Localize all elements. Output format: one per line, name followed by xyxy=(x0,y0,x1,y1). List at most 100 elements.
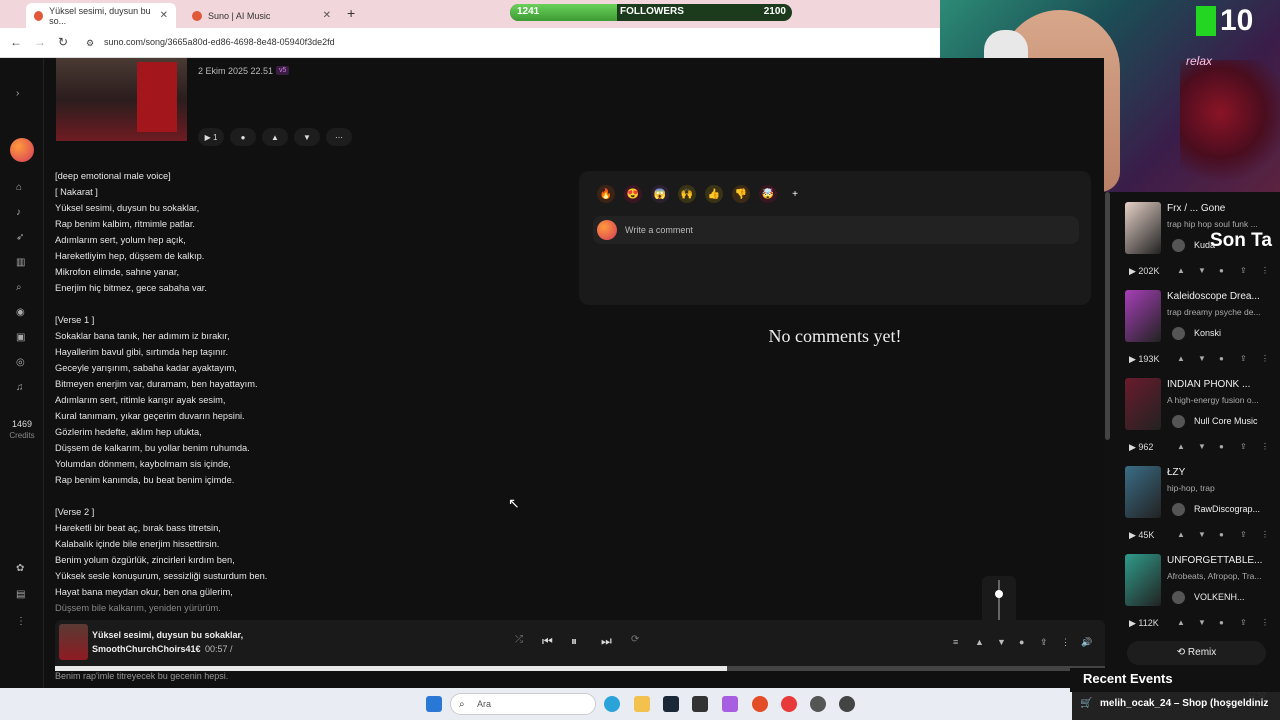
song-title[interactable]: Kaleidoscope Drea... xyxy=(1167,291,1279,302)
comment-input[interactable]: Write a comment xyxy=(593,216,1079,244)
reaction-button[interactable]: 😱 xyxy=(651,185,669,203)
docs-icon[interactable]: ▤ xyxy=(16,589,25,600)
gift-icon[interactable]: ✿ xyxy=(16,563,24,574)
song-thumbnail[interactable] xyxy=(1125,466,1161,518)
previous-icon[interactable]: ⏮ xyxy=(542,634,553,649)
url-field[interactable]: suno.com/song/3665a80d-ed86-4698-8e48-05… xyxy=(104,37,335,47)
play-count[interactable]: ▶ 202K xyxy=(1129,266,1159,277)
obs-icon[interactable] xyxy=(810,696,826,712)
studio-icon[interactable]: ▣ xyxy=(16,332,25,343)
windows-start-icon[interactable] xyxy=(426,696,442,712)
comment-icon[interactable]: ● xyxy=(1019,637,1024,647)
song-title[interactable]: Frx / ... Gone xyxy=(1167,203,1279,214)
volume-track[interactable] xyxy=(998,580,1000,620)
epic-games-icon[interactable] xyxy=(692,696,708,712)
volume-icon[interactable]: 🔊 xyxy=(1081,637,1092,648)
like-icon[interactable]: ▲ xyxy=(1177,354,1185,363)
expand-icon[interactable]: › xyxy=(16,88,19,99)
dislike-icon[interactable]: ▼ xyxy=(997,637,1006,647)
add-reaction-button[interactable]: + xyxy=(786,185,804,203)
like-icon[interactable]: ▲ xyxy=(1177,618,1185,627)
close-tab-icon[interactable]: ✕ xyxy=(160,10,168,21)
play-button[interactable]: ▶ 1 xyxy=(198,128,224,146)
recommended-song[interactable]: Kaleidoscope Drea... trap dreamy psyche d… xyxy=(1113,285,1280,373)
like-icon[interactable]: ▲ xyxy=(1177,530,1185,539)
dislike-icon[interactable]: ▼ xyxy=(1198,442,1206,451)
more-icon[interactable]: ⋮ xyxy=(1061,637,1070,648)
opera-icon[interactable] xyxy=(781,696,797,712)
song-thumbnail[interactable] xyxy=(1125,554,1161,606)
reaction-button[interactable]: 👎 xyxy=(732,185,750,203)
like-icon[interactable]: ▲ xyxy=(975,637,984,647)
close-tab-icon[interactable]: ✕ xyxy=(323,10,331,21)
settings-icon[interactable] xyxy=(839,696,855,712)
like-button[interactable]: ▲ xyxy=(262,128,288,146)
volume-popup[interactable] xyxy=(982,576,1016,624)
new-tab-icon[interactable]: + xyxy=(347,5,355,21)
dislike-icon[interactable]: ▼ xyxy=(1198,530,1206,539)
author-avatar[interactable] xyxy=(1172,239,1185,252)
reaction-button[interactable]: 🙌 xyxy=(678,185,696,203)
more-icon[interactable]: ⋮ xyxy=(1261,530,1269,539)
remix-button[interactable]: ⟲ Remix xyxy=(1127,641,1266,665)
copilot-icon[interactable] xyxy=(722,696,738,712)
dislike-icon[interactable]: ▼ xyxy=(1198,266,1206,275)
scrollbar-thumb[interactable] xyxy=(1105,192,1110,440)
like-icon[interactable]: ▲ xyxy=(1177,442,1185,451)
song-thumbnail[interactable] xyxy=(1125,378,1161,430)
author-avatar[interactable] xyxy=(1172,415,1185,428)
comment-icon[interactable]: ● xyxy=(1219,618,1224,627)
author-avatar[interactable] xyxy=(1172,327,1185,340)
song-thumbnail[interactable] xyxy=(1125,290,1161,342)
recommended-song[interactable]: ŁZY hip-hop, trap RawDiscograp... ▶ 45K ▲ ▼ ● ⇪… xyxy=(1113,461,1280,549)
taskbar-search[interactable]: ⌕ Ara xyxy=(450,693,596,715)
dislike-icon[interactable]: ▼ xyxy=(1198,618,1206,627)
author-avatar[interactable] xyxy=(1172,503,1185,516)
search-icon[interactable]: ⌕ xyxy=(16,282,22,293)
home-icon[interactable]: ⌂ xyxy=(16,182,22,193)
back-icon[interactable]: ← xyxy=(10,35,22,49)
reaction-button[interactable]: 🔥 xyxy=(597,185,615,203)
more-icon[interactable]: ⋮ xyxy=(1261,442,1269,451)
recommended-song[interactable]: INDIAN PHONK ... A high-energy fusion o..… xyxy=(1113,373,1280,461)
more-options-button[interactable]: ⋯ xyxy=(326,128,352,146)
library-icon[interactable]: ▥ xyxy=(16,257,25,268)
comment-button[interactable]: ● xyxy=(230,128,256,146)
song-author[interactable]: Konski xyxy=(1194,328,1221,338)
dislike-icon[interactable]: ▼ xyxy=(1198,354,1206,363)
pause-icon[interactable]: ⏸ xyxy=(571,634,577,649)
reaction-button[interactable]: 🤯 xyxy=(759,185,777,203)
share-icon[interactable]: ⇪ xyxy=(1040,637,1048,648)
more-icon[interactable]: ⋮ xyxy=(1261,618,1269,627)
tab-suno[interactable]: Suno | AI Music ✕ xyxy=(184,3,339,28)
comment-icon[interactable]: ● xyxy=(1219,354,1224,363)
share-icon[interactable]: ⇪ xyxy=(1240,354,1247,363)
volume-knob[interactable] xyxy=(995,590,1003,598)
tab-current-song[interactable]: Yüksel sesimi, duysun bu so... ✕ xyxy=(26,3,176,28)
song-title[interactable]: INDIAN PHONK ... xyxy=(1167,379,1279,390)
song-author[interactable]: Null Core Music xyxy=(1194,416,1258,426)
now-playing-title[interactable]: Yüksel sesimi, duysun bu sokaklar, xyxy=(92,630,243,640)
queue-icon[interactable]: ≡ xyxy=(953,637,958,647)
now-playing-cover[interactable] xyxy=(59,624,88,660)
share-icon[interactable]: ⇪ xyxy=(1240,266,1247,275)
song-author[interactable]: VOLKENH... xyxy=(1194,592,1245,602)
create-icon[interactable]: ♪ xyxy=(16,207,21,218)
radio-icon[interactable]: ◉ xyxy=(16,307,25,318)
steam-icon[interactable] xyxy=(663,696,679,712)
play-count[interactable]: ▶ 45K xyxy=(1129,530,1154,541)
edge-icon[interactable] xyxy=(604,696,620,712)
shuffle-icon[interactable]: ⤮ xyxy=(515,634,523,645)
recommended-song[interactable]: UNFORGETTABLE... Afrobeats, Afropop, Tra.… xyxy=(1113,549,1280,637)
scrollbar[interactable] xyxy=(1104,192,1112,440)
more-icon[interactable]: ⋮ xyxy=(1261,354,1269,363)
now-playing-artist[interactable]: SmoothChurchChoirs41€ xyxy=(92,644,201,654)
song-thumbnail[interactable] xyxy=(1125,202,1161,254)
share-icon[interactable]: ⇪ xyxy=(1240,442,1247,451)
comment-icon[interactable]: ● xyxy=(1219,530,1224,539)
song-title[interactable]: UNFORGETTABLE... xyxy=(1167,555,1279,566)
comment-icon[interactable]: ● xyxy=(1219,442,1224,451)
site-info-icon[interactable]: ⚙ xyxy=(86,38,94,49)
explore-icon[interactable]: ➶ xyxy=(16,232,24,243)
song-title[interactable]: ŁZY xyxy=(1167,467,1279,478)
